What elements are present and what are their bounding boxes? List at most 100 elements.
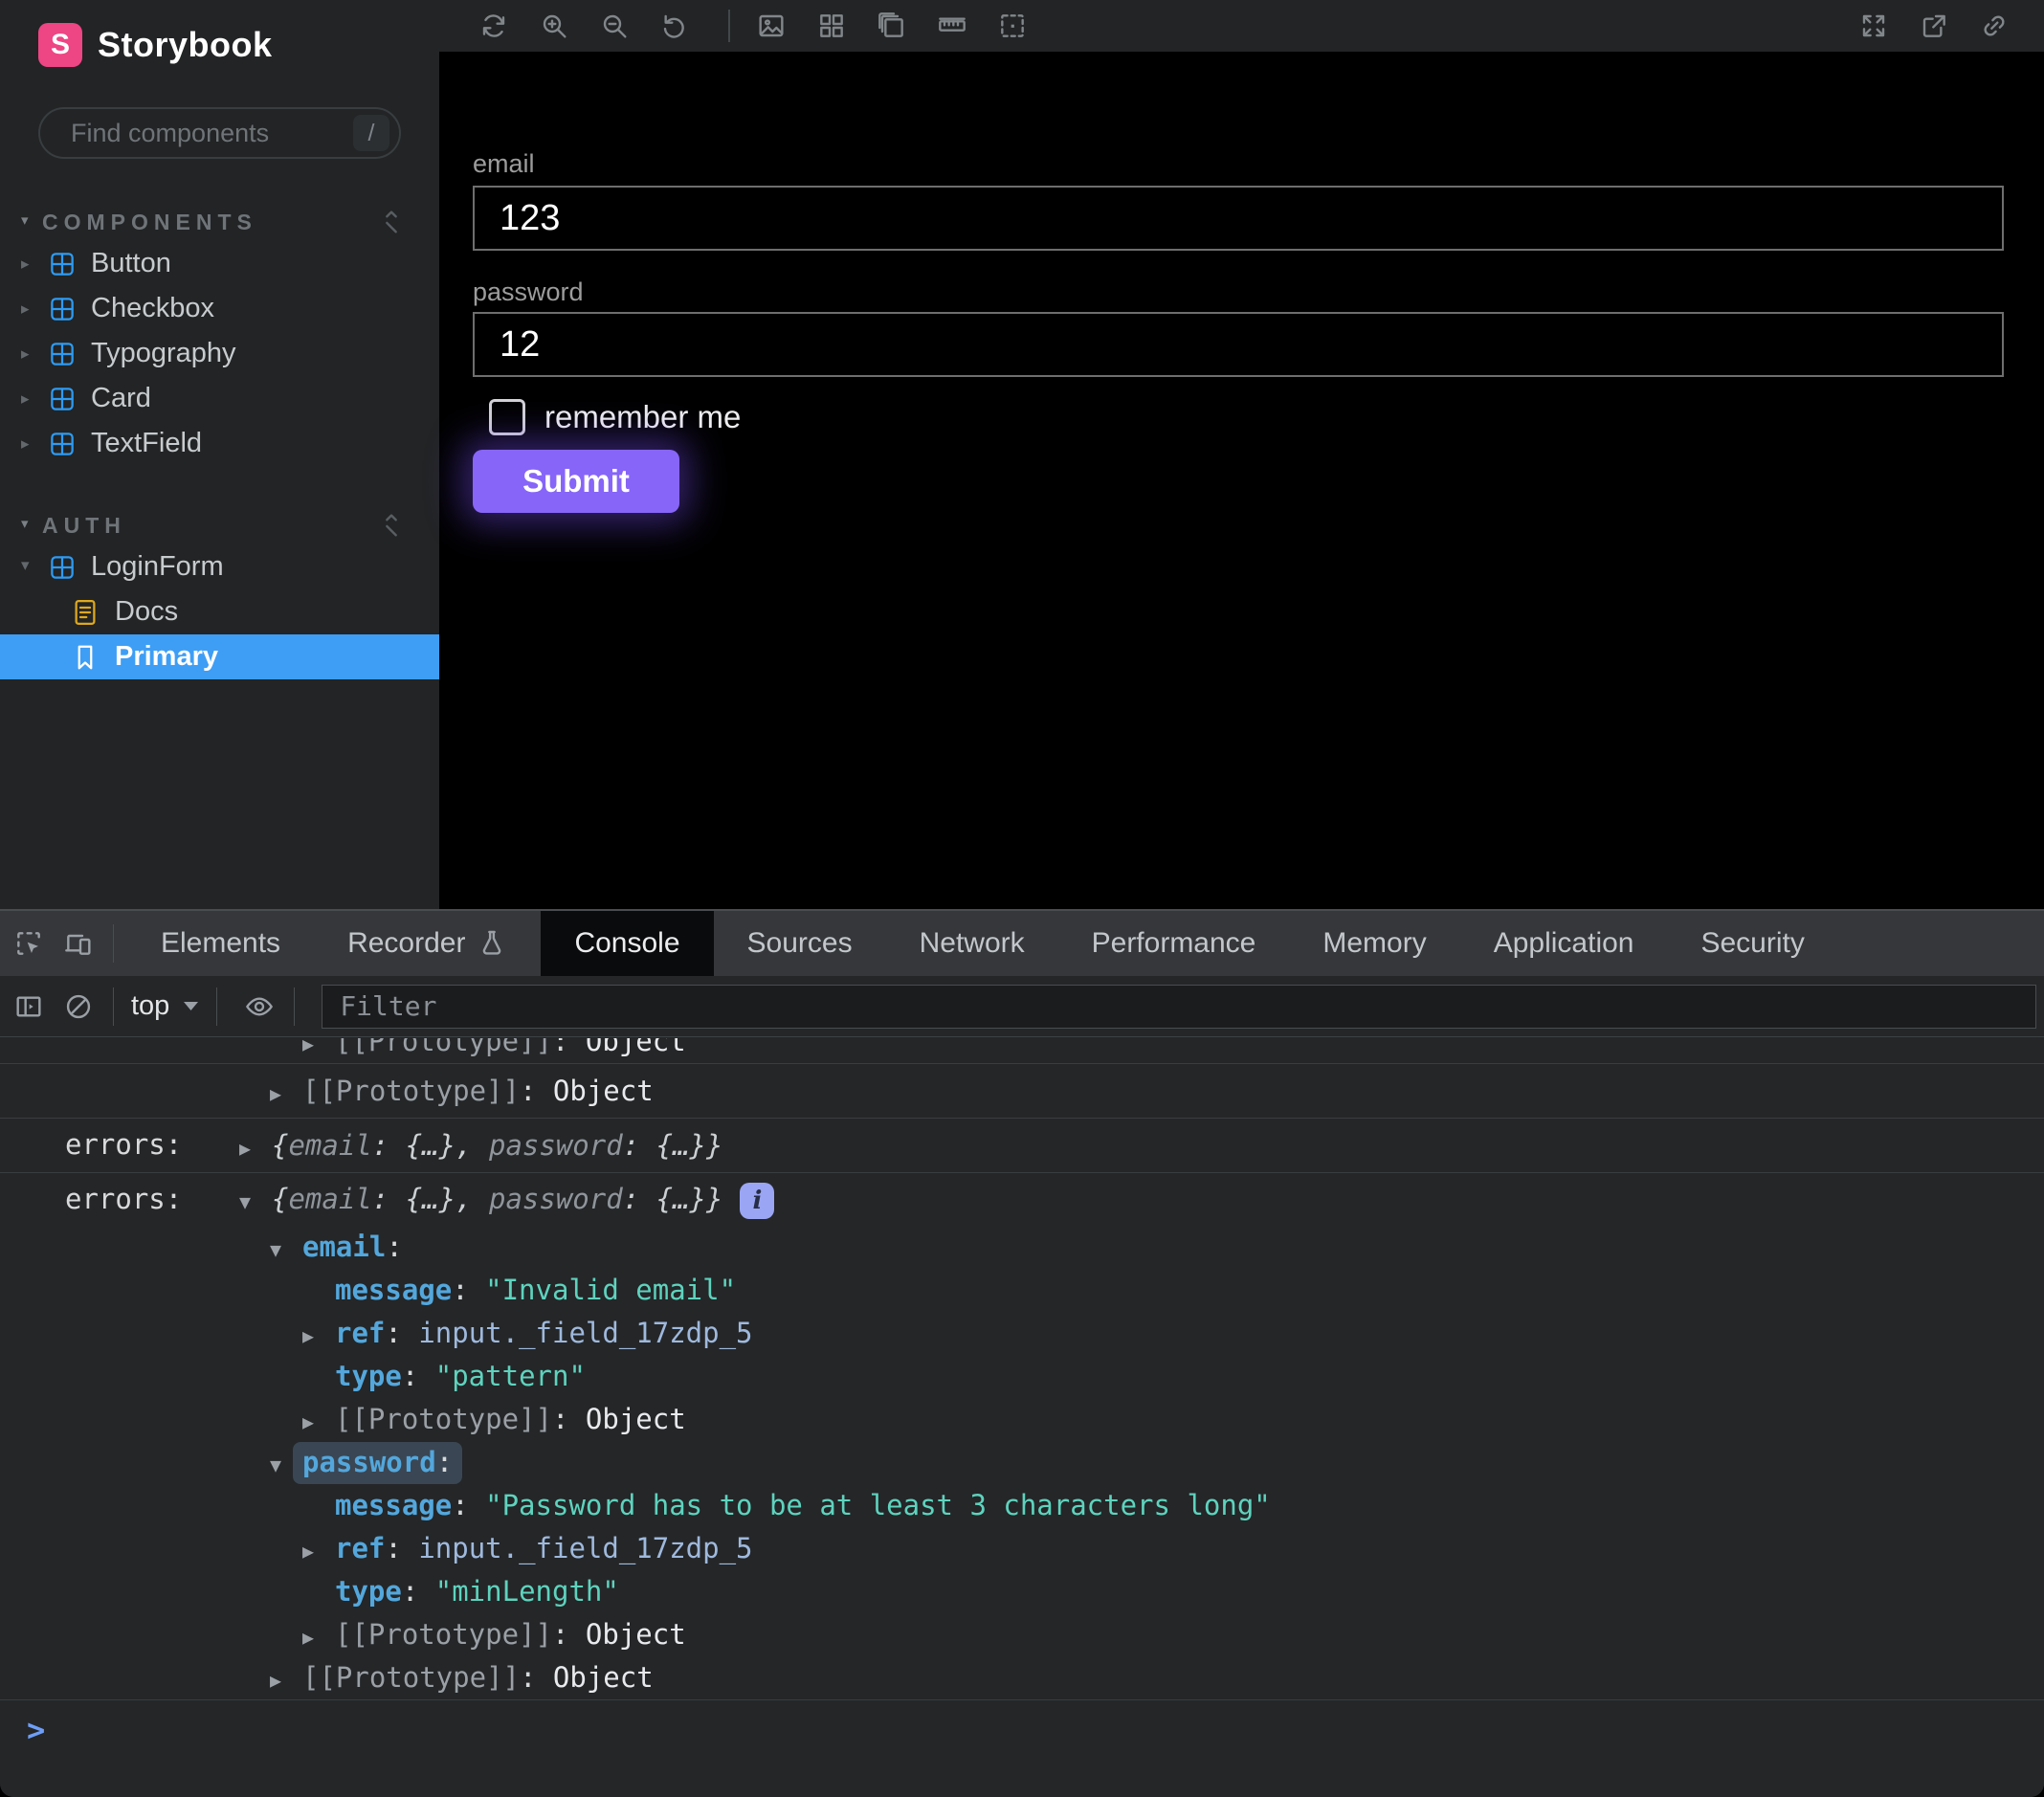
console-toolbar: top — [0, 976, 2044, 1037]
console-entry: ▶[[Prototype]]: Object — [0, 1038, 2044, 1063]
item-label: Checkbox — [91, 293, 214, 324]
caret-down-icon: ▾ — [21, 517, 42, 534]
story-iframe: email password remember me Submit — [439, 52, 2044, 909]
tab-sources[interactable]: Sources — [714, 911, 886, 976]
devtools-tabbar: Elements RecorderConsoleSourcesNetworkPer… — [0, 911, 2044, 976]
section-header-components[interactable]: ▾ COMPONENTS — [0, 203, 439, 241]
sync-icon[interactable] — [478, 11, 509, 42]
collapse-expand-icon[interactable] — [376, 510, 407, 541]
console-log-label: errors: — [65, 1173, 182, 1226]
item-label: Card — [91, 383, 151, 414]
tab-elements[interactable]: Elements — [127, 911, 314, 976]
highlighted-key[interactable]: password: — [293, 1442, 462, 1484]
component-icon — [48, 385, 77, 413]
sidebar-item-textfield[interactable]: ▸ TextField — [0, 421, 439, 466]
section-header-auth[interactable]: ▾ AUTH — [0, 506, 439, 544]
console-prompt[interactable]: > — [0, 1699, 2044, 1759]
prompt-chevron-icon: > — [27, 1712, 45, 1748]
sidebar-item-loginform[interactable]: ▾ LoginForm — [0, 544, 439, 589]
email-field[interactable] — [473, 186, 2004, 251]
expand-arrow-icon[interactable]: ▶ — [302, 1616, 335, 1659]
item-label: Docs — [115, 596, 178, 628]
tab-label: Elements — [161, 927, 280, 960]
zoom-reset-icon[interactable] — [658, 11, 690, 42]
device-toolbar-icon[interactable] — [57, 911, 100, 976]
info-icon[interactable]: i — [740, 1183, 774, 1219]
expand-arrow-icon[interactable]: ▶ — [270, 1067, 302, 1120]
console-sidebar-icon[interactable] — [8, 991, 50, 1022]
tab-console[interactable]: Console — [541, 911, 713, 976]
expand-arrow-icon[interactable]: ▶ — [302, 1401, 335, 1444]
viewports-icon[interactable] — [876, 11, 907, 42]
background-icon[interactable] — [755, 11, 787, 42]
storybook-sidebar: S Storybook Find components / ▾ COMPONEN… — [0, 0, 439, 909]
search-input[interactable]: Find components / — [38, 107, 401, 159]
sidebar-item-docs[interactable]: Docs — [0, 589, 439, 634]
console-token-str: "pattern" — [435, 1360, 586, 1392]
component-icon — [48, 553, 77, 582]
console-token-punct: : — [436, 1446, 453, 1478]
console-token-pvp: : {…}} — [623, 1183, 723, 1215]
console-token-obj: Object — [586, 1403, 686, 1435]
tab-network[interactable]: Network — [886, 911, 1058, 976]
console-token-punct: : — [402, 1360, 435, 1392]
sidebar-item-primary[interactable]: Primary — [0, 634, 439, 679]
item-label: Primary — [115, 641, 218, 673]
tab-recorder[interactable]: Recorder — [314, 911, 541, 976]
console-token-punct: : — [385, 1532, 418, 1564]
expand-arrow-icon[interactable]: ▶ — [302, 1530, 335, 1573]
expand-arrow-icon[interactable]: ▶ — [302, 1315, 335, 1358]
inspect-element-icon[interactable] — [8, 911, 50, 976]
outline-icon[interactable] — [996, 11, 1028, 42]
password-field[interactable] — [473, 312, 2004, 377]
expand-arrow-icon[interactable]: ▶ — [302, 1038, 335, 1063]
devtools-panel: Elements RecorderConsoleSourcesNetworkPer… — [0, 909, 2044, 1797]
tab-performance[interactable]: Performance — [1058, 911, 1290, 976]
console-token-obj: Object — [553, 1661, 654, 1694]
divider — [113, 987, 114, 1026]
sidebar-item-card[interactable]: ▸ Card — [0, 376, 439, 421]
tab-application[interactable]: Application — [1460, 911, 1668, 976]
app-title: Storybook — [98, 25, 273, 65]
tab-security[interactable]: Security — [1667, 911, 1837, 976]
app-window: S Storybook Find components / ▾ COMPONEN… — [0, 0, 2044, 1797]
preview-canvas: email password remember me Submit — [439, 0, 2044, 909]
divider — [728, 10, 730, 42]
sidebar-item-typography[interactable]: ▸ Typography — [0, 331, 439, 376]
zoom-in-icon[interactable] — [538, 11, 569, 42]
console-row: ▶[[Prototype]]: Object — [0, 1038, 2044, 1063]
collapse-arrow-icon[interactable]: ▼ — [239, 1176, 272, 1229]
sidebar-header: S Storybook — [38, 21, 407, 69]
context-selector[interactable]: top — [131, 990, 199, 1022]
console-token-key: message — [335, 1274, 452, 1306]
expand-arrow-icon[interactable]: ▶ — [239, 1121, 272, 1175]
caret-right-icon: ▸ — [21, 389, 48, 409]
sidebar-item-button[interactable]: ▸ Button — [0, 241, 439, 286]
open-external-icon[interactable] — [1918, 11, 1949, 42]
component-icon — [48, 340, 77, 368]
zoom-out-icon[interactable] — [598, 11, 630, 42]
console-token-pvk: email — [288, 1183, 371, 1215]
sidebar-item-checkbox[interactable]: ▸ Checkbox — [0, 286, 439, 331]
collapse-expand-icon[interactable] — [376, 207, 407, 237]
tab-memory[interactable]: Memory — [1289, 911, 1459, 976]
collapse-arrow-icon[interactable]: ▼ — [270, 1229, 302, 1272]
caret-right-icon: ▸ — [21, 434, 48, 454]
remember-me-checkbox[interactable] — [489, 399, 525, 435]
copy-link-icon[interactable] — [1978, 11, 2010, 42]
console-token-punct: : — [452, 1489, 485, 1521]
console-token-punct: : — [385, 1317, 418, 1349]
canvas-toolbar — [439, 0, 2044, 52]
submit-button[interactable]: Submit — [473, 450, 679, 513]
grid-icon[interactable] — [815, 11, 847, 42]
console-token-pvp: { — [272, 1129, 288, 1162]
eye-icon[interactable] — [238, 991, 280, 1022]
console-filter-input[interactable] — [322, 985, 2036, 1029]
console-log: ▶[[Prototype]]: Object▶[[Prototype]]: Ob… — [0, 1038, 2044, 1797]
measure-icon[interactable] — [936, 11, 967, 42]
console-entry: errors:▶{email: {…}, password: {…}} — [0, 1118, 2044, 1172]
fullscreen-icon[interactable] — [1857, 11, 1889, 42]
console-token-pvp: { — [272, 1183, 288, 1215]
expand-arrow-icon[interactable]: ▶ — [270, 1659, 302, 1702]
clear-console-icon[interactable] — [57, 991, 100, 1022]
